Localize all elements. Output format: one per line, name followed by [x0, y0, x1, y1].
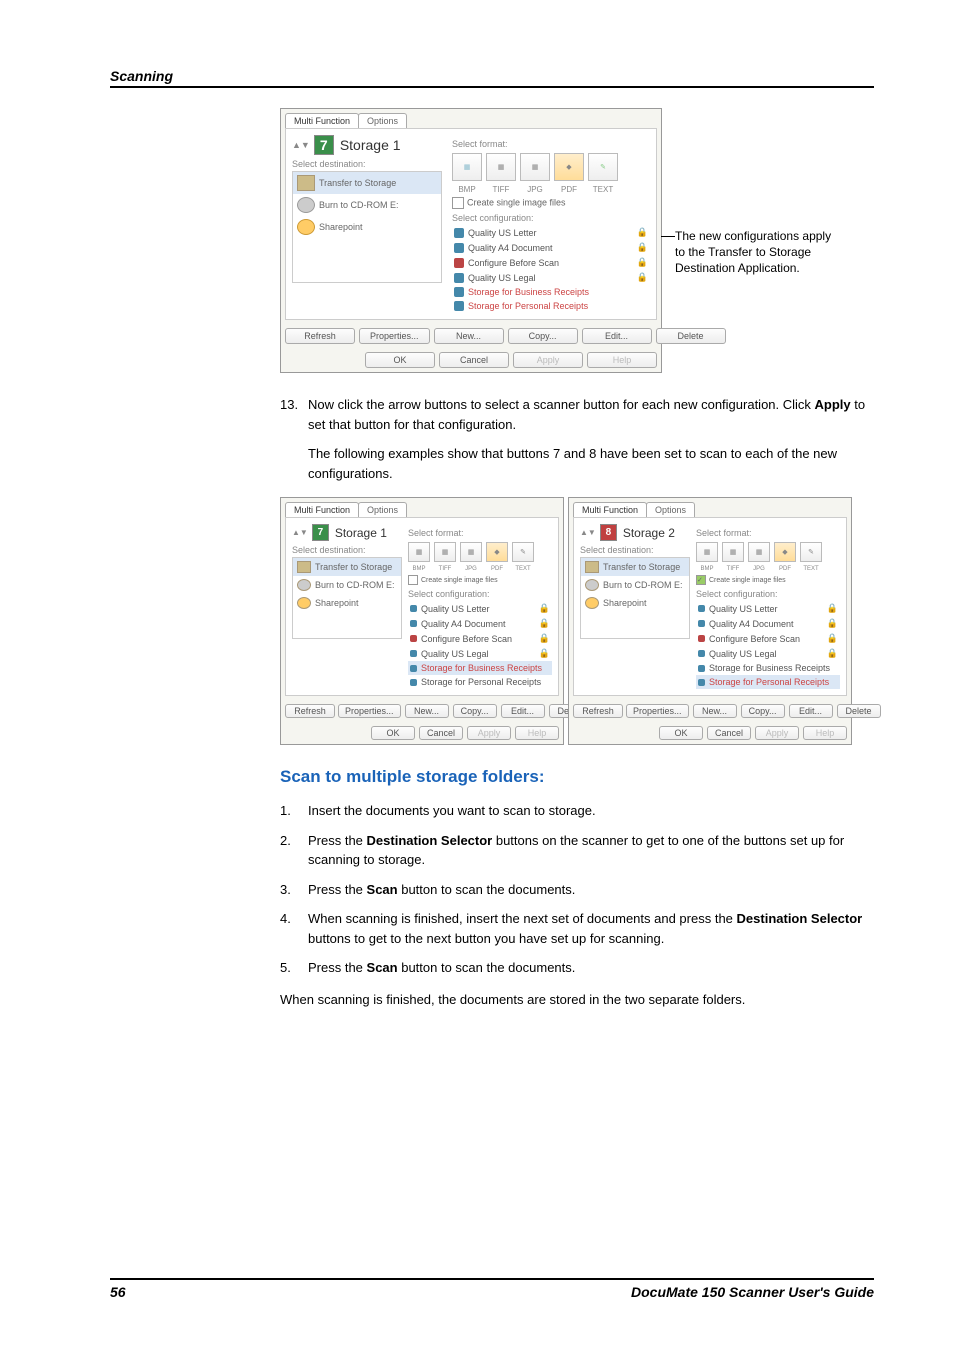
annotation: The new configurations apply to the Tran… [675, 228, 835, 277]
properties-button[interactable]: Properties... [359, 328, 430, 344]
format-row[interactable]: ▦ ▦ ▦ ◆ ✎ [452, 153, 650, 181]
apply-button[interactable]: Apply [513, 352, 583, 368]
button-number: 7 [314, 135, 334, 155]
destination-list[interactable]: Transfer to Storage Burn to CD-ROM E: Sh… [292, 171, 442, 283]
cancel-button[interactable]: Cancel [439, 352, 509, 368]
step-number: 13. [280, 395, 308, 434]
bmp-icon[interactable]: ▦ [452, 153, 482, 181]
refresh-button[interactable]: Refresh [285, 328, 355, 344]
new-button[interactable]: New... [434, 328, 504, 344]
heading-scan-multiple: Scan to multiple storage folders: [280, 767, 874, 787]
page-footer: 56DocuMate 150 Scanner User's Guide [110, 1278, 874, 1300]
help-button[interactable]: Help [587, 352, 657, 368]
closing-text: When scanning is finished, the documents… [280, 990, 874, 1010]
panel-title: Storage 1 [340, 137, 401, 153]
tab-options[interactable]: Options [358, 113, 407, 128]
pdf-icon[interactable]: ◆ [554, 153, 584, 181]
tiff-icon[interactable]: ▦ [486, 153, 516, 181]
dialog-example-8: Multi FunctionOptions ▲▼8Storage 2 Selec… [568, 497, 852, 745]
config-list[interactable]: Quality US Letter🔒 Quality A4 Document🔒 … [452, 225, 650, 313]
edit-button[interactable]: Edit... [582, 328, 652, 344]
dialog-example-7: Multi FunctionOptions ▲▼7Storage 1 Selec… [280, 497, 564, 745]
single-image-checkbox[interactable]: Create single image files [452, 197, 650, 209]
ok-button[interactable]: OK [365, 352, 435, 368]
copy-button[interactable]: Copy... [508, 328, 578, 344]
tab-multifunction[interactable]: Multi Function [285, 113, 359, 128]
text-icon[interactable]: ✎ [588, 153, 618, 181]
jpg-icon[interactable]: ▦ [520, 153, 550, 181]
delete-button[interactable]: Delete [656, 328, 726, 344]
running-header: Scanning [110, 68, 874, 88]
dialog-storage1: Multi Function Options ▲▼7Storage 1 Sele… [280, 108, 662, 373]
